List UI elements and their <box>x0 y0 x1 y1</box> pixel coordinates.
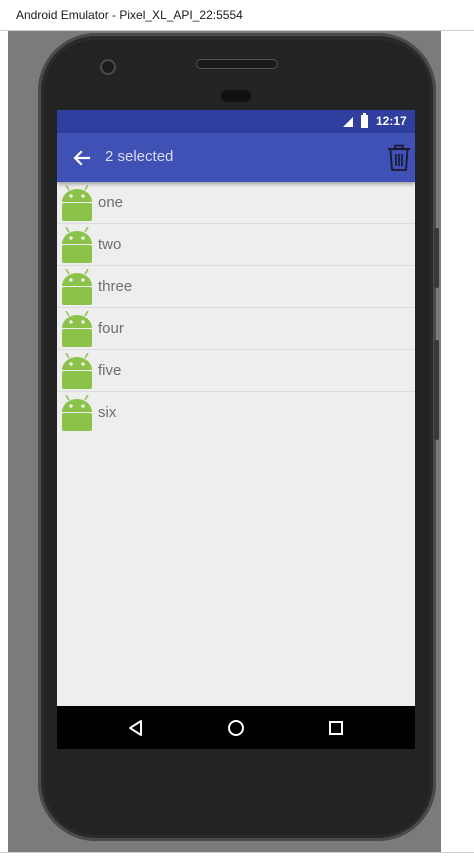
nav-back-button[interactable] <box>124 716 148 740</box>
selection-count-title: 2 selected <box>105 148 174 165</box>
item-label: five <box>98 362 122 379</box>
nav-home-button[interactable] <box>224 716 248 740</box>
navigation-bar <box>57 706 415 749</box>
item-label: three <box>98 278 133 295</box>
item-label: one <box>98 194 124 211</box>
android-robot-icon <box>62 269 92 305</box>
home-circle-icon <box>228 720 244 736</box>
list-item[interactable]: one <box>57 182 415 224</box>
list-item[interactable]: five <box>57 350 415 392</box>
android-robot-icon <box>62 395 92 431</box>
window-bottom-edge <box>0 852 474 860</box>
window-right-edge <box>441 31 474 853</box>
item-label: four <box>98 320 124 337</box>
back-arrow-button[interactable] <box>69 145 95 171</box>
battery-icon <box>361 113 368 128</box>
front-camera-icon <box>100 59 116 75</box>
earpiece-speaker <box>196 59 278 69</box>
list-item[interactable]: four <box>57 308 415 350</box>
volume-button[interactable] <box>434 228 439 288</box>
list-item[interactable]: six <box>57 392 415 434</box>
list-item[interactable]: two <box>57 224 415 266</box>
proximity-sensor <box>221 90 251 102</box>
window-left-edge <box>0 31 8 853</box>
android-robot-icon <box>62 311 92 347</box>
android-robot-icon <box>62 185 92 221</box>
item-label: two <box>98 236 122 253</box>
delete-button[interactable] <box>386 144 412 172</box>
device-screen: 12:17 2 selected one two three four five… <box>57 110 415 749</box>
status-time: 12:17 <box>376 114 407 128</box>
status-bar: 12:17 <box>57 110 415 133</box>
back-arrow-icon <box>73 150 91 166</box>
list-item[interactable]: three <box>57 266 415 308</box>
action-mode-bar: 2 selected <box>57 133 415 182</box>
item-label: six <box>98 404 117 421</box>
window-title: Android Emulator - Pixel_XL_API_22:5554 <box>16 8 243 22</box>
recents-square-icon <box>329 721 343 735</box>
window-titlebar: Android Emulator - Pixel_XL_API_22:5554 <box>0 0 474 31</box>
power-button[interactable] <box>434 340 439 440</box>
android-robot-icon <box>62 227 92 263</box>
android-robot-icon <box>62 353 92 389</box>
signal-icon <box>343 117 353 127</box>
item-list: one two three four five six <box>57 182 415 434</box>
back-triangle-icon <box>129 720 142 736</box>
nav-recents-button[interactable] <box>324 716 348 740</box>
trash-icon <box>388 144 410 171</box>
